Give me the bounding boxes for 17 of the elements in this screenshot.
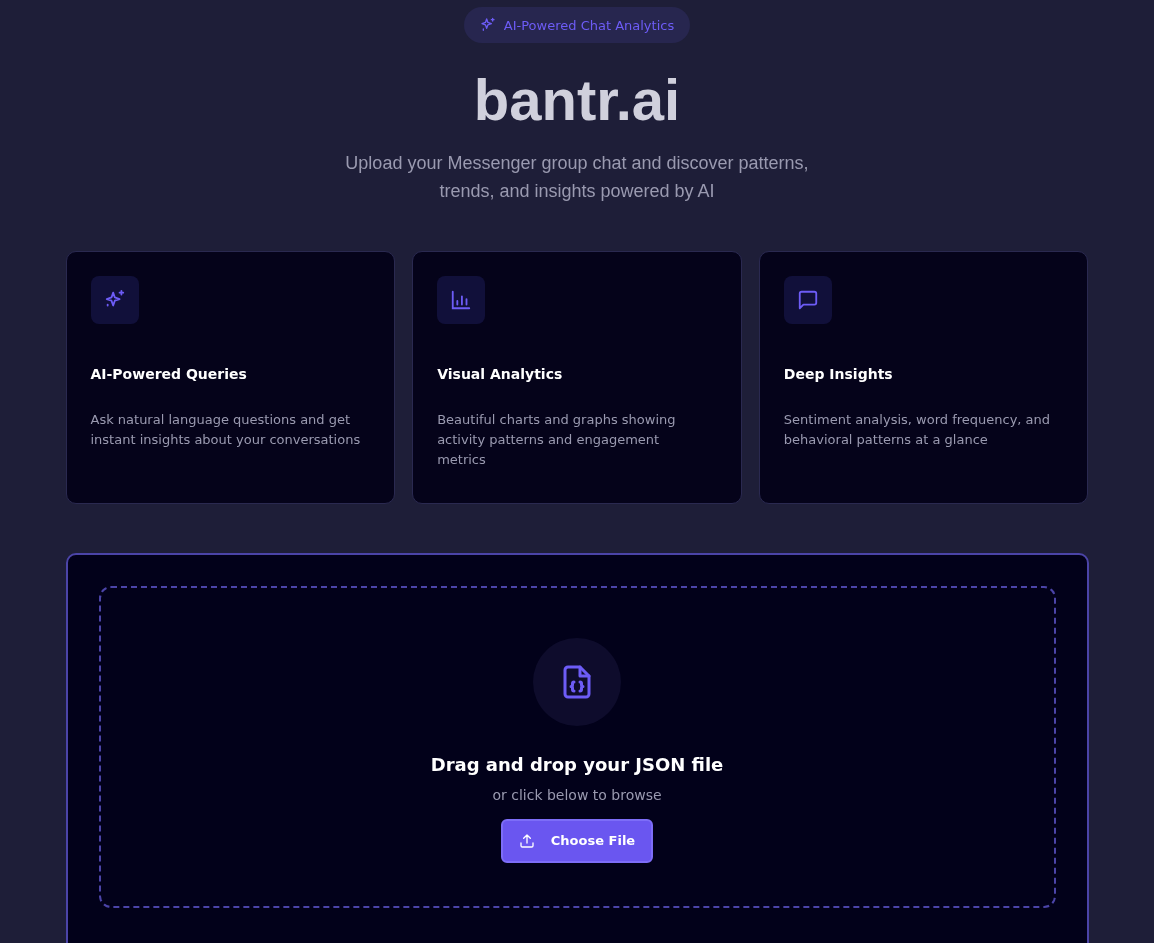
choose-file-button[interactable]: Choose File bbox=[500, 818, 654, 863]
sparkles-icon bbox=[479, 17, 496, 33]
badge-label: AI-Powered Chat Analytics bbox=[503, 17, 675, 33]
bar-chart-icon bbox=[450, 288, 473, 311]
feature-description: Sentiment analysis, word frequency, and behavioral patterns at a glance bbox=[783, 410, 1052, 449]
feature-title: Deep Insights bbox=[783, 365, 894, 382]
subtitle: Upload your Messenger group chat and discover patterns, trends, and insights powered by AI bbox=[344, 151, 810, 203]
drop-zone[interactable]: Drag and drop your JSON file or click below to browse Choose File bbox=[98, 585, 1056, 908]
feature-title: AI-Powered Queries bbox=[90, 365, 248, 382]
upload-icon bbox=[518, 832, 535, 849]
app-title: bantr.ai bbox=[473, 66, 681, 134]
feature-description: Beautiful charts and graphs showing activity patterns and engagement metrics bbox=[437, 410, 677, 469]
chat-bubble-icon bbox=[796, 288, 819, 311]
feature-title: Visual Analytics bbox=[437, 365, 564, 382]
feature-description: Ask natural language questions and get instant insights about your conversations bbox=[90, 410, 362, 449]
drop-heading: Drag and drop your JSON file bbox=[430, 753, 724, 775]
drop-hint: or click below to browse bbox=[492, 786, 662, 803]
